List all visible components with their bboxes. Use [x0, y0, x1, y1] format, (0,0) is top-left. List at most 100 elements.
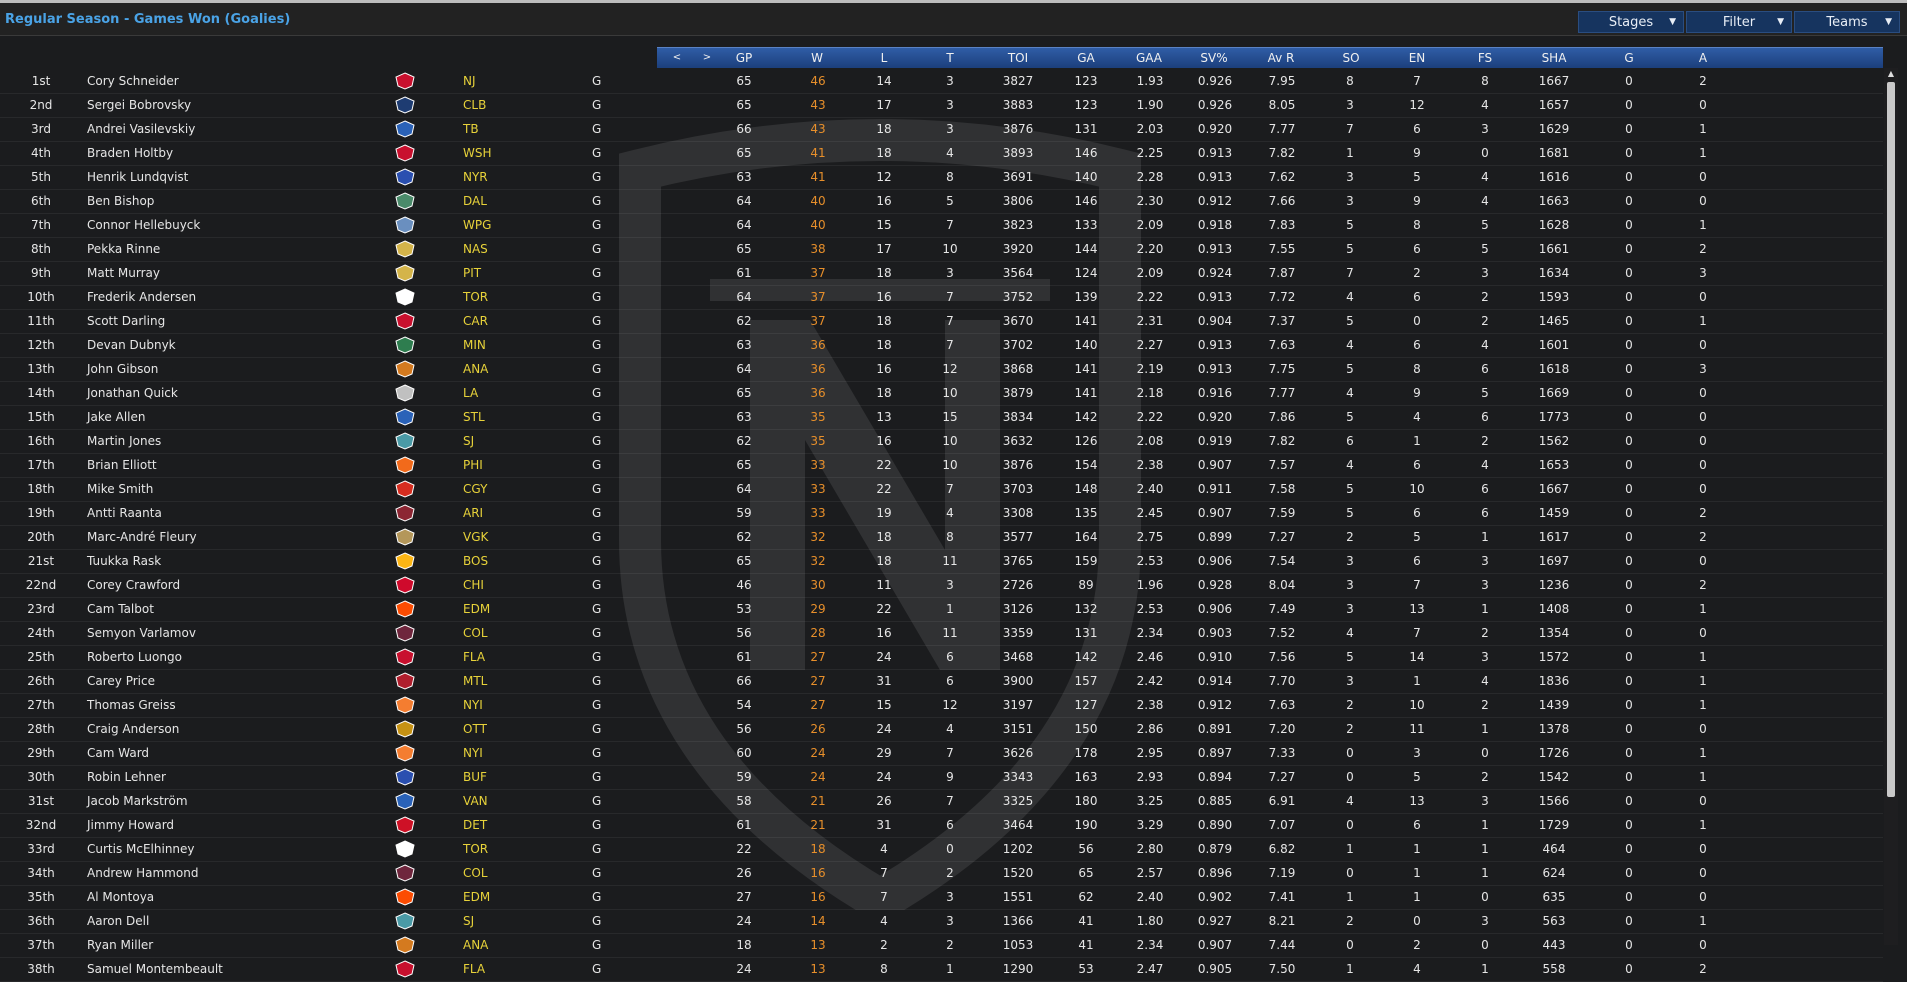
table-row[interactable]: 33rd Curtis McElhinney TOR G 22 18 4 0 1202 56 2.8… — [0, 838, 1883, 862]
table-row[interactable]: 14th Jonathan Quick LA G 65 36 18 10 3879 141 2.18… — [0, 382, 1883, 406]
player-name[interactable]: Andrei Vasilevskiy — [87, 122, 195, 136]
team-abbreviation[interactable]: FLA — [463, 962, 485, 976]
table-row[interactable]: 27th Thomas Greiss NYI G 54 27 15 12 3197 127 2.38… — [0, 694, 1883, 718]
table-row[interactable]: 2nd Sergei Bobrovsky CLB G 65 43 17 3 3883 123 1.9… — [0, 94, 1883, 118]
table-row[interactable]: 25th Roberto Luongo FLA G 61 27 24 6 3468 142 2.46… — [0, 646, 1883, 670]
player-name[interactable]: Matt Murray — [87, 266, 160, 280]
player-name[interactable]: Thomas Greiss — [87, 698, 176, 712]
table-row[interactable]: 8th Pekka Rinne NAS G 65 38 17 10 3920 144 2.20 0.9… — [0, 238, 1883, 262]
player-name[interactable]: Antti Raanta — [87, 506, 162, 520]
team-abbreviation[interactable]: OTT — [463, 722, 487, 736]
team-abbreviation[interactable]: ANA — [463, 362, 488, 376]
player-name[interactable]: Connor Hellebuyck — [87, 218, 200, 232]
table-row[interactable]: 23rd Cam Talbot EDM G 53 29 22 1 3126 132 2.53 0.90… — [0, 598, 1883, 622]
team-abbreviation[interactable]: NAS — [463, 242, 488, 256]
player-name[interactable]: Jimmy Howard — [87, 818, 174, 832]
player-name[interactable]: Martin Jones — [87, 434, 161, 448]
vertical-scrollbar[interactable]: ▲ — [1884, 68, 1898, 945]
player-name[interactable]: Craig Anderson — [87, 722, 179, 736]
team-abbreviation[interactable]: MTL — [463, 674, 487, 688]
team-abbreviation[interactable]: STL — [463, 410, 485, 424]
team-abbreviation[interactable]: WPG — [463, 218, 491, 232]
team-abbreviation[interactable]: EDM — [463, 890, 490, 904]
column-header-l[interactable]: L — [849, 48, 919, 68]
team-abbreviation[interactable]: SJ — [463, 434, 474, 448]
table-row[interactable]: 13th John Gibson ANA G 64 36 16 12 3868 141 2.19 0.… — [0, 358, 1883, 382]
team-abbreviation[interactable]: CHI — [463, 578, 484, 592]
team-abbreviation[interactable]: NYR — [463, 170, 488, 184]
column-header-fs[interactable]: FS — [1450, 48, 1520, 68]
table-row[interactable]: 7th Connor Hellebuyck WPG G 64 40 15 7 3823 133 2.… — [0, 214, 1883, 238]
table-row[interactable]: 11th Scott Darling CAR G 62 37 18 7 3670 141 2.31 0… — [0, 310, 1883, 334]
team-abbreviation[interactable]: CLB — [463, 98, 486, 112]
player-name[interactable]: Mike Smith — [87, 482, 153, 496]
player-name[interactable]: Carey Price — [87, 674, 155, 688]
team-abbreviation[interactable]: FLA — [463, 650, 485, 664]
column-header-toi[interactable]: TOI — [983, 48, 1053, 68]
team-abbreviation[interactable]: PHI — [463, 458, 483, 472]
column-header-sha[interactable]: SHA — [1519, 48, 1589, 68]
column-header-av-r[interactable]: Av R — [1246, 48, 1316, 68]
column-header-sv-pct[interactable]: SV% — [1179, 48, 1249, 68]
column-header-w[interactable]: W — [782, 48, 852, 68]
player-name[interactable]: Ben Bishop — [87, 194, 154, 208]
scrollbar-thumb[interactable] — [1887, 82, 1895, 797]
table-row[interactable]: 17th Brian Elliott PHI G 65 33 22 10 3876 154 2.38… — [0, 454, 1883, 478]
player-name[interactable]: Braden Holtby — [87, 146, 173, 160]
table-row[interactable]: 6th Ben Bishop DAL G 64 40 16 5 3806 146 2.30 0.912… — [0, 190, 1883, 214]
player-name[interactable]: Scott Darling — [87, 314, 165, 328]
table-row[interactable]: 38th Samuel Montembeault FLA G 24 13 8 1 1290 53 2… — [0, 958, 1883, 982]
filter-menu[interactable]: Filter ▼ — [1686, 11, 1792, 33]
player-name[interactable]: Jake Allen — [87, 410, 145, 424]
table-row[interactable]: 20th Marc-André Fleury VGK G 62 32 18 8 3577 164 2… — [0, 526, 1883, 550]
player-name[interactable]: Marc-André Fleury — [87, 530, 197, 544]
team-abbreviation[interactable]: PIT — [463, 266, 481, 280]
team-abbreviation[interactable]: NYI — [463, 746, 483, 760]
table-row[interactable]: 35th Al Montoya EDM G 27 16 7 3 1551 62 2.40 0.902 7… — [0, 886, 1883, 910]
table-row[interactable]: 15th Jake Allen STL G 63 35 13 15 3834 142 2.22 0.9… — [0, 406, 1883, 430]
column-header-t[interactable]: T — [915, 48, 985, 68]
player-name[interactable]: Jonathan Quick — [87, 386, 178, 400]
table-row[interactable]: 3rd Andrei Vasilevskiy TB G 66 43 18 3 3876 131 2.… — [0, 118, 1883, 142]
player-name[interactable]: Tuukka Rask — [87, 554, 161, 568]
player-name[interactable]: Devan Dubnyk — [87, 338, 176, 352]
player-name[interactable]: Cam Talbot — [87, 602, 154, 616]
player-name[interactable]: Cam Ward — [87, 746, 149, 760]
player-name[interactable]: Roberto Luongo — [87, 650, 182, 664]
column-header-ga[interactable]: GA — [1051, 48, 1121, 68]
column-header-gp[interactable]: GP — [709, 48, 779, 68]
table-row[interactable]: 32nd Jimmy Howard DET G 61 21 31 6 3464 190 3.29 0.… — [0, 814, 1883, 838]
team-abbreviation[interactable]: DAL — [463, 194, 487, 208]
team-abbreviation[interactable]: COL — [463, 626, 488, 640]
player-name[interactable]: Corey Crawford — [87, 578, 180, 592]
player-name[interactable]: Cory Schneider — [87, 74, 179, 88]
table-row[interactable]: 19th Antti Raanta ARI G 59 33 19 4 3308 135 2.45 0.… — [0, 502, 1883, 526]
team-abbreviation[interactable]: LA — [463, 386, 478, 400]
team-abbreviation[interactable]: ARI — [463, 506, 483, 520]
column-header-en[interactable]: EN — [1382, 48, 1452, 68]
table-row[interactable]: 10th Frederik Andersen TOR G 64 37 16 7 3752 139 2… — [0, 286, 1883, 310]
player-name[interactable]: Samuel Montembeault — [87, 962, 223, 976]
table-row[interactable]: 31st Jacob Markström VAN G 58 21 26 7 3325 180 3.2… — [0, 790, 1883, 814]
scroll-up-arrow-icon[interactable]: ▲ — [1884, 68, 1898, 80]
team-abbreviation[interactable]: SJ — [463, 914, 474, 928]
player-name[interactable]: Robin Lehner — [87, 770, 166, 784]
team-abbreviation[interactable]: TOR — [463, 290, 488, 304]
table-row[interactable]: 1st Cory Schneider NJ G 65 46 14 3 3827 123 1.93 0.… — [0, 70, 1883, 94]
player-name[interactable]: Jacob Markström — [87, 794, 188, 808]
table-row[interactable]: 16th Martin Jones SJ G 62 35 16 10 3632 126 2.08 0.… — [0, 430, 1883, 454]
team-abbreviation[interactable]: DET — [463, 818, 487, 832]
player-name[interactable]: Al Montoya — [87, 890, 154, 904]
column-header-gaa[interactable]: GAA — [1114, 48, 1184, 68]
player-name[interactable]: Curtis McElhinney — [87, 842, 195, 856]
table-row[interactable]: 26th Carey Price MTL G 66 27 31 6 3900 157 2.42 0.9… — [0, 670, 1883, 694]
table-row[interactable]: 9th Matt Murray PIT G 61 37 18 3 3564 124 2.09 0.92… — [0, 262, 1883, 286]
table-row[interactable]: 18th Mike Smith CGY G 64 33 22 7 3703 148 2.40 0.91… — [0, 478, 1883, 502]
table-row[interactable]: 24th Semyon Varlamov COL G 56 28 16 11 3359 131 2.… — [0, 622, 1883, 646]
column-header-g[interactable]: G — [1594, 48, 1664, 68]
team-abbreviation[interactable]: VAN — [463, 794, 488, 808]
player-name[interactable]: John Gibson — [87, 362, 158, 376]
team-abbreviation[interactable]: BOS — [463, 554, 488, 568]
team-abbreviation[interactable]: TOR — [463, 842, 488, 856]
table-row[interactable]: 22nd Corey Crawford CHI G 46 30 11 3 2726 89 1.96 0… — [0, 574, 1883, 598]
